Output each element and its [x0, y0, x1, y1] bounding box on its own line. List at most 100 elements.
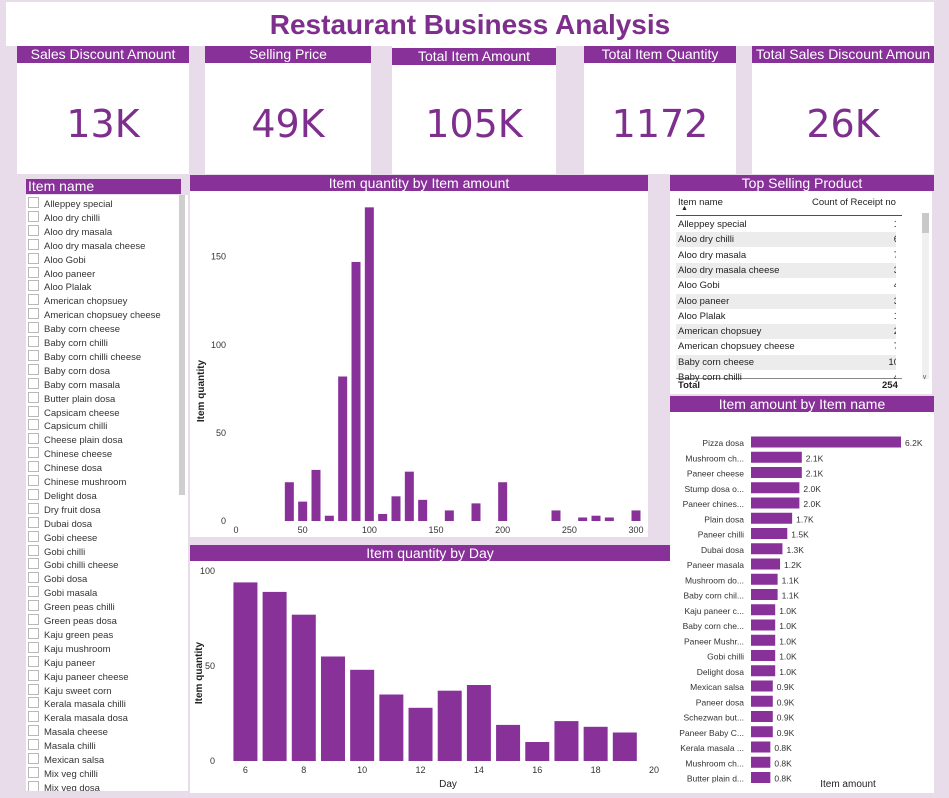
checkbox[interactable] [28, 294, 39, 306]
table-row[interactable]: Aloo dry masala 7 [676, 248, 896, 263]
bar[interactable] [751, 772, 771, 783]
checkbox[interactable] [28, 600, 39, 612]
checkbox[interactable] [28, 697, 39, 709]
checkbox[interactable] [28, 641, 39, 653]
slicer-item[interactable]: Gobi chilli cheese [28, 558, 118, 572]
bar[interactable] [404, 471, 414, 521]
bar[interactable] [583, 726, 608, 761]
bar[interactable] [496, 724, 521, 761]
slicer-item[interactable]: Dry fruit dosa [28, 502, 101, 517]
sort-ascending-icon[interactable]: ▲ [681, 205, 688, 212]
table-row[interactable]: Aloo dry chilli 6 [676, 232, 896, 248]
bar[interactable] [525, 742, 550, 761]
bar[interactable] [751, 680, 773, 692]
table-row[interactable]: Baby corn cheese 10 [676, 354, 896, 370]
checkbox[interactable] [28, 669, 39, 681]
checkbox[interactable] [28, 238, 39, 250]
bar[interactable] [604, 517, 614, 521]
bar[interactable] [364, 207, 374, 521]
slicer-item[interactable]: Gobi chilli [28, 544, 85, 559]
bar[interactable] [262, 591, 287, 761]
table-row[interactable]: Aloo dry masala cheese 3 [676, 262, 896, 278]
table-row[interactable]: American chopsuey 2 [676, 324, 896, 340]
bar[interactable] [631, 510, 641, 521]
slicer-item[interactable]: Delight dosa [28, 488, 97, 503]
bar[interactable] [751, 512, 793, 524]
bar[interactable] [751, 756, 771, 768]
slicer-item[interactable]: Aloo paneer [28, 266, 95, 281]
checkbox[interactable] [28, 655, 39, 667]
bar[interactable] [291, 614, 316, 761]
slicer-item[interactable]: Mix veg chilli [28, 766, 98, 781]
bar[interactable] [351, 261, 361, 521]
bar[interactable] [751, 604, 776, 616]
slicer-item[interactable]: Kaju sweet corn [28, 683, 112, 698]
checkbox[interactable] [28, 725, 39, 737]
bar[interactable] [378, 513, 388, 521]
slicer-item[interactable]: Baby corn masala [28, 377, 120, 392]
bar[interactable] [391, 496, 401, 521]
slicer-item[interactable]: Mix veg dosa [28, 780, 100, 791]
item-name-slicer[interactable]: Alleppey special Aloo dry chilli Aloo dry … [26, 195, 188, 791]
bar[interactable] [751, 436, 901, 448]
bar[interactable] [471, 503, 481, 521]
slicer-item[interactable]: Kerala masala chilli [28, 697, 126, 711]
slicer-item[interactable]: American chopsuey cheese [28, 308, 161, 322]
table-row[interactable]: American chopsuey cheese 7 [676, 339, 896, 354]
bar[interactable] [498, 482, 508, 521]
checkbox[interactable] [28, 502, 39, 514]
bar[interactable] [320, 656, 345, 762]
bar[interactable] [751, 634, 776, 646]
slicer-item[interactable]: Kaju green peas [28, 627, 113, 642]
checkbox[interactable] [28, 336, 39, 347]
bar[interactable] [379, 694, 404, 762]
table-row[interactable]: Aloo Plalak 1 [676, 309, 896, 324]
checkbox[interactable] [28, 614, 39, 625]
bar[interactable] [751, 543, 783, 555]
bar[interactable] [751, 741, 771, 753]
bar[interactable] [751, 711, 773, 722]
checkbox[interactable] [28, 308, 39, 320]
checkbox[interactable] [28, 766, 39, 778]
bar[interactable] [751, 619, 776, 631]
slicer-item[interactable]: Cheese plain dosa [28, 433, 123, 447]
bar[interactable] [751, 589, 778, 600]
slicer-item[interactable]: Kaju paneer [28, 655, 95, 670]
slicer-item[interactable]: Aloo dry chilli [28, 210, 100, 225]
bar[interactable] [350, 669, 375, 761]
bar[interactable] [418, 499, 428, 521]
slicer-item[interactable]: Kaju paneer cheese [28, 669, 129, 684]
bar[interactable] [751, 558, 781, 570]
bar[interactable] [751, 482, 800, 494]
slicer-item[interactable]: Baby corn cheese [28, 322, 120, 336]
slicer-item[interactable]: Aloo Plalak [28, 280, 92, 294]
bar[interactable] [751, 528, 788, 539]
checkbox[interactable] [28, 266, 39, 278]
checkbox[interactable] [28, 280, 39, 292]
table-row[interactable]: Baby corn chilli 4 [676, 370, 896, 385]
bar[interactable] [284, 482, 294, 521]
checkbox[interactable] [28, 516, 39, 528]
slicer-item[interactable]: Gobi dosa [28, 572, 87, 586]
slicer-item[interactable]: Capsicum chilli [28, 419, 107, 433]
bar[interactable] [751, 467, 802, 478]
bar[interactable] [612, 732, 637, 762]
bar[interactable] [408, 707, 433, 761]
scroll-down-icon[interactable]: ∨ [922, 373, 927, 381]
bar[interactable] [751, 695, 773, 707]
checkbox[interactable] [28, 544, 39, 556]
table-row[interactable]: Alleppey special 1 [676, 217, 896, 232]
bar[interactable] [437, 690, 462, 761]
bar[interactable] [751, 451, 802, 463]
slicer-item[interactable]: American chopsuey [28, 294, 127, 308]
checkbox[interactable] [28, 530, 39, 542]
slicer-item[interactable]: Gobi masala [28, 586, 97, 600]
checkbox[interactable] [28, 558, 39, 570]
table-scrollbar[interactable]: ∨ [922, 213, 929, 381]
slicer-item[interactable]: Aloo Gobi [28, 252, 86, 267]
checkbox[interactable] [28, 363, 39, 375]
checkbox[interactable] [28, 475, 39, 486]
bar[interactable] [578, 517, 588, 521]
column-header-count[interactable]: Count of Receipt no [812, 197, 896, 208]
checkbox[interactable] [28, 224, 39, 236]
